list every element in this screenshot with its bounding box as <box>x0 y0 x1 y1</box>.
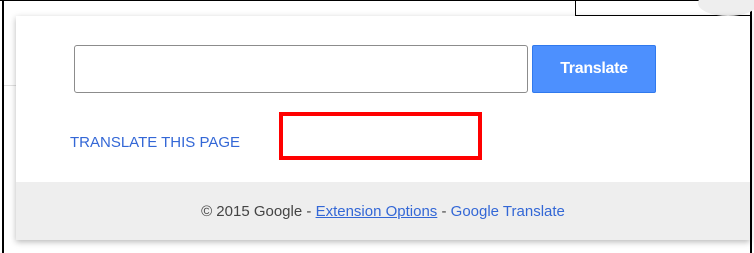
footer-separator: - <box>437 202 451 220</box>
highlight-annotation-box <box>279 112 482 160</box>
translate-button[interactable]: Translate <box>532 45 656 93</box>
google-translate-link[interactable]: Google Translate <box>451 203 565 220</box>
extension-options-link[interactable]: Extension Options <box>316 203 438 220</box>
popup-footer: © 2015 Google - Extension Options - Goog… <box>16 182 750 240</box>
page-frame-left <box>2 0 4 253</box>
translate-this-page-link[interactable]: TRANSLATE THIS PAGE <box>70 134 240 151</box>
copyright-text: © 2015 Google <box>201 202 303 220</box>
page-frame-right <box>750 0 752 253</box>
translate-popup: Translate TRANSLATE THIS PAGE © 2015 Goo… <box>16 16 750 240</box>
translate-text-input[interactable] <box>74 45 528 93</box>
footer-separator: - <box>302 202 316 220</box>
